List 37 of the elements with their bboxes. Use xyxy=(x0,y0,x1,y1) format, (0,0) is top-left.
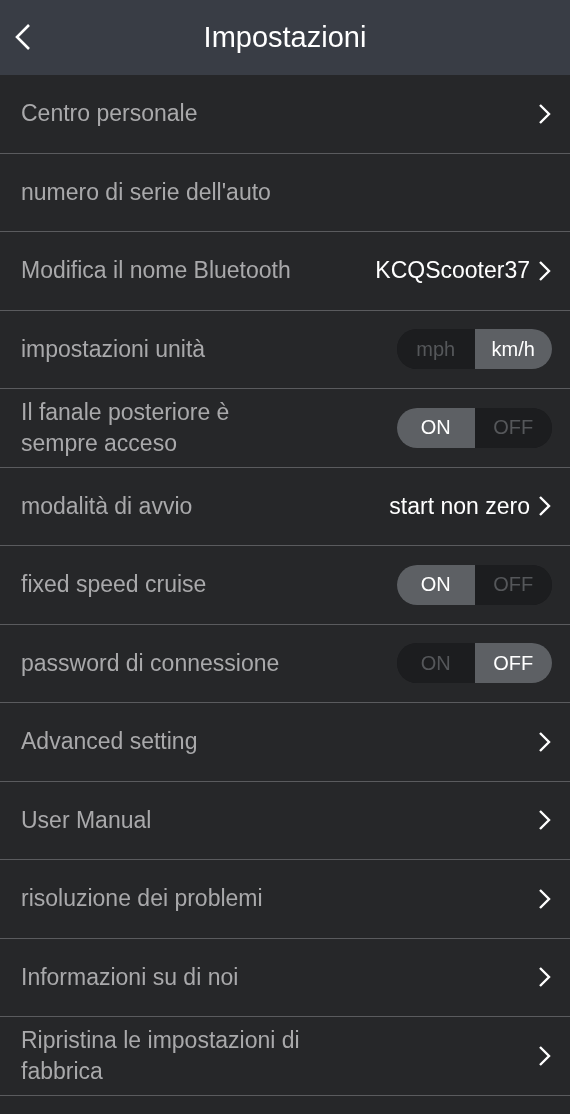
setting-label: Informazioni su di noi xyxy=(21,962,240,992)
toggle-option[interactable]: OFF xyxy=(474,643,552,684)
setting-label: modalità di avvio xyxy=(21,491,194,521)
setting-label: Modifica il nome Bluetooth xyxy=(21,256,292,286)
setting-label: Advanced setting xyxy=(21,727,199,757)
setting-label: User Manual xyxy=(21,805,153,835)
settings-row[interactable]: risoluzione dei problemi xyxy=(0,860,570,939)
page-title: Impostazioni xyxy=(203,21,367,54)
chevron-right-icon xyxy=(538,102,552,125)
setting-label: password di connessione xyxy=(21,648,281,678)
chevron-right-icon xyxy=(538,730,552,753)
settings-row[interactable]: Advanced setting xyxy=(0,703,570,782)
chevron-right-icon xyxy=(538,809,552,832)
setting-label: numero di serie dell'auto xyxy=(21,177,272,207)
settings-row[interactable]: User Manual xyxy=(0,781,570,860)
setting-label: Ripristina le impostazioni di fabbrica xyxy=(21,1025,301,1086)
chevron-right-icon xyxy=(538,887,552,910)
setting-value: start non zero xyxy=(389,492,530,520)
chevron-right-icon xyxy=(538,495,552,518)
setting-label: impostazioni unità xyxy=(21,334,207,364)
setting-value: KCQScooter37 xyxy=(375,257,530,285)
settings-row[interactable]: Centro personale xyxy=(0,75,570,154)
toggle-option[interactable]: km/h xyxy=(474,329,552,370)
toggle-option[interactable]: ON xyxy=(397,564,475,605)
chevron-right-icon xyxy=(538,1044,552,1067)
chevron-right-icon xyxy=(538,259,552,282)
toggle-option[interactable]: ON xyxy=(397,407,475,448)
setting-label: risoluzione dei problemi xyxy=(21,884,264,914)
setting-label: Il fanale posteriore è sempre acceso xyxy=(21,397,231,458)
setting-label: fixed speed cruise xyxy=(21,570,208,600)
setting-label: Centro personale xyxy=(21,99,199,129)
settings-row[interactable]: modalità di avvio start non zero xyxy=(0,467,570,546)
settings-row[interactable]: Ripristina le impostazioni di fabbrica xyxy=(0,1017,570,1096)
settings-row[interactable]: Modifica il nome Bluetooth KCQScooter37 xyxy=(0,232,570,311)
chevron-right-icon xyxy=(538,966,552,989)
settings-row[interactable]: Informazioni su di noi xyxy=(0,938,570,1017)
chevron-left-icon xyxy=(14,23,32,51)
